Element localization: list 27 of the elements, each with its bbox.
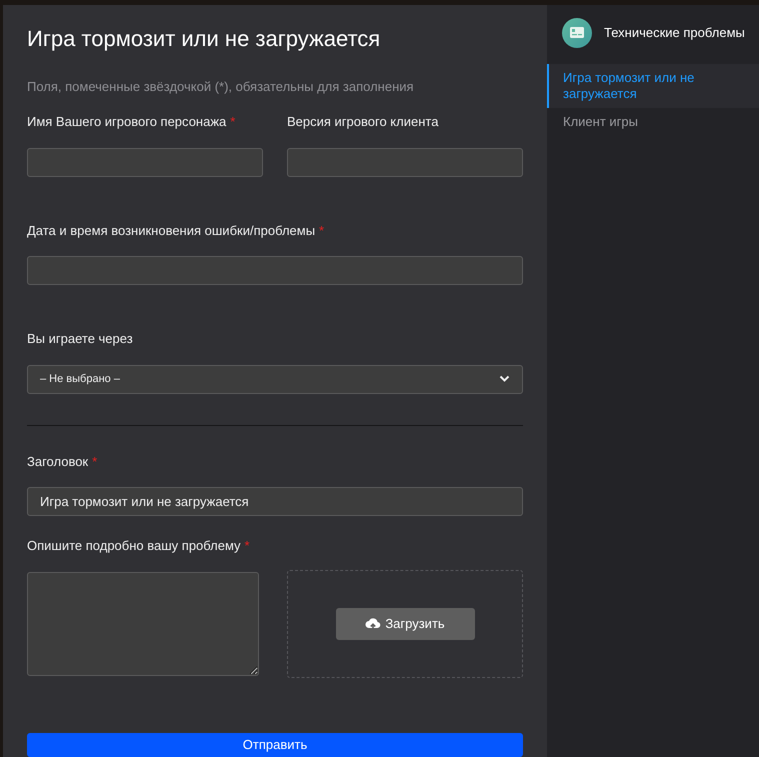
required-mark: *: [244, 537, 250, 556]
submit-button[interactable]: Отправить: [27, 732, 523, 757]
upload-button[interactable]: Загрузить: [336, 608, 474, 640]
required-note: Поля, помеченные звёздочкой (*), обязательны для заполнения: [27, 78, 415, 96]
date-time-field[interactable]: [27, 256, 523, 285]
description-field[interactable]: [27, 572, 259, 676]
form-title: Игра тормозит или не загружается: [27, 25, 382, 52]
sidebar-item[interactable]: Клиент игры: [547, 108, 759, 136]
field-label: Заголовок: [27, 452, 88, 471]
required-mark: *: [230, 113, 236, 131]
id-card-icon: [562, 18, 592, 48]
required-mark: *: [92, 452, 98, 471]
text-field[interactable]: [287, 148, 523, 176]
subject-field[interactable]: Игра тормозит или не загружается: [27, 487, 523, 516]
sidebar-item[interactable]: Игра тормозит или не загружается: [547, 64, 759, 108]
field-label: Вы играете через: [27, 330, 133, 348]
field-label: Дата и время возникновения ошибки/проблемы: [27, 222, 316, 240]
text-field[interactable]: [27, 148, 263, 176]
platform-select[interactable]: – Не выбрано –: [27, 364, 523, 394]
required-mark: *: [319, 222, 324, 240]
field-label: Имя Вашего игрового персонажа: [27, 113, 226, 131]
sidebar-title: Технические проблемы: [604, 24, 745, 42]
upload-area[interactable]: Загрузить: [287, 570, 523, 678]
chevron-down-icon: [499, 375, 510, 383]
field-label: Опишите подробно вашу проблему: [27, 537, 241, 556]
cloud-upload-icon: [365, 616, 382, 631]
field-label: Версия игрового клиента: [287, 113, 438, 131]
